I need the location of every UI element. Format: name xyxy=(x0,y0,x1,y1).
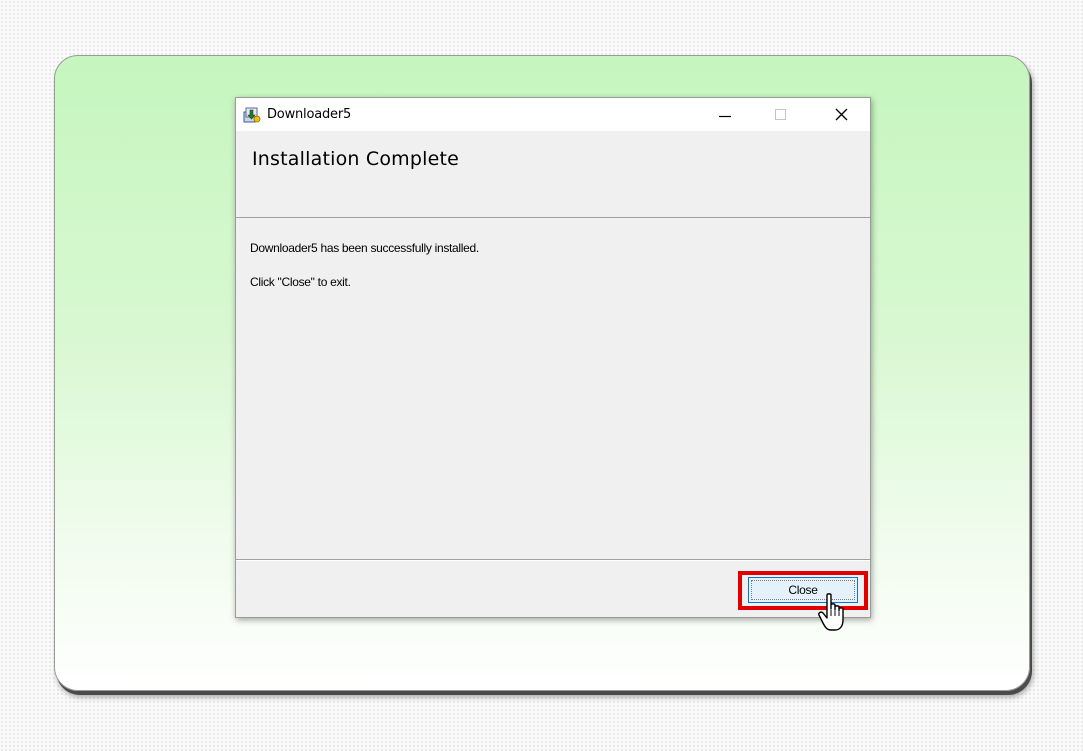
installer-window: Downloader5 Installation Complete Downlo… xyxy=(235,97,871,618)
success-message: Downloader5 has been successfully instal… xyxy=(250,241,479,255)
installer-app-icon xyxy=(243,106,261,124)
exit-instruction: Click "Close" to exit. xyxy=(250,275,351,289)
footer-divider-highlight xyxy=(236,560,870,561)
maximize-button[interactable] xyxy=(758,98,804,131)
page-title: Installation Complete xyxy=(252,148,460,170)
hand-cursor-icon xyxy=(818,593,844,631)
close-icon xyxy=(835,108,848,121)
window-title: Downloader5 xyxy=(267,107,352,122)
window-close-button[interactable] xyxy=(818,98,864,131)
minimize-icon xyxy=(719,115,731,118)
minimize-button[interactable] xyxy=(702,98,748,131)
header-area: Installation Complete xyxy=(236,131,870,218)
maximize-icon xyxy=(775,109,786,120)
title-bar[interactable]: Downloader5 xyxy=(236,98,870,131)
